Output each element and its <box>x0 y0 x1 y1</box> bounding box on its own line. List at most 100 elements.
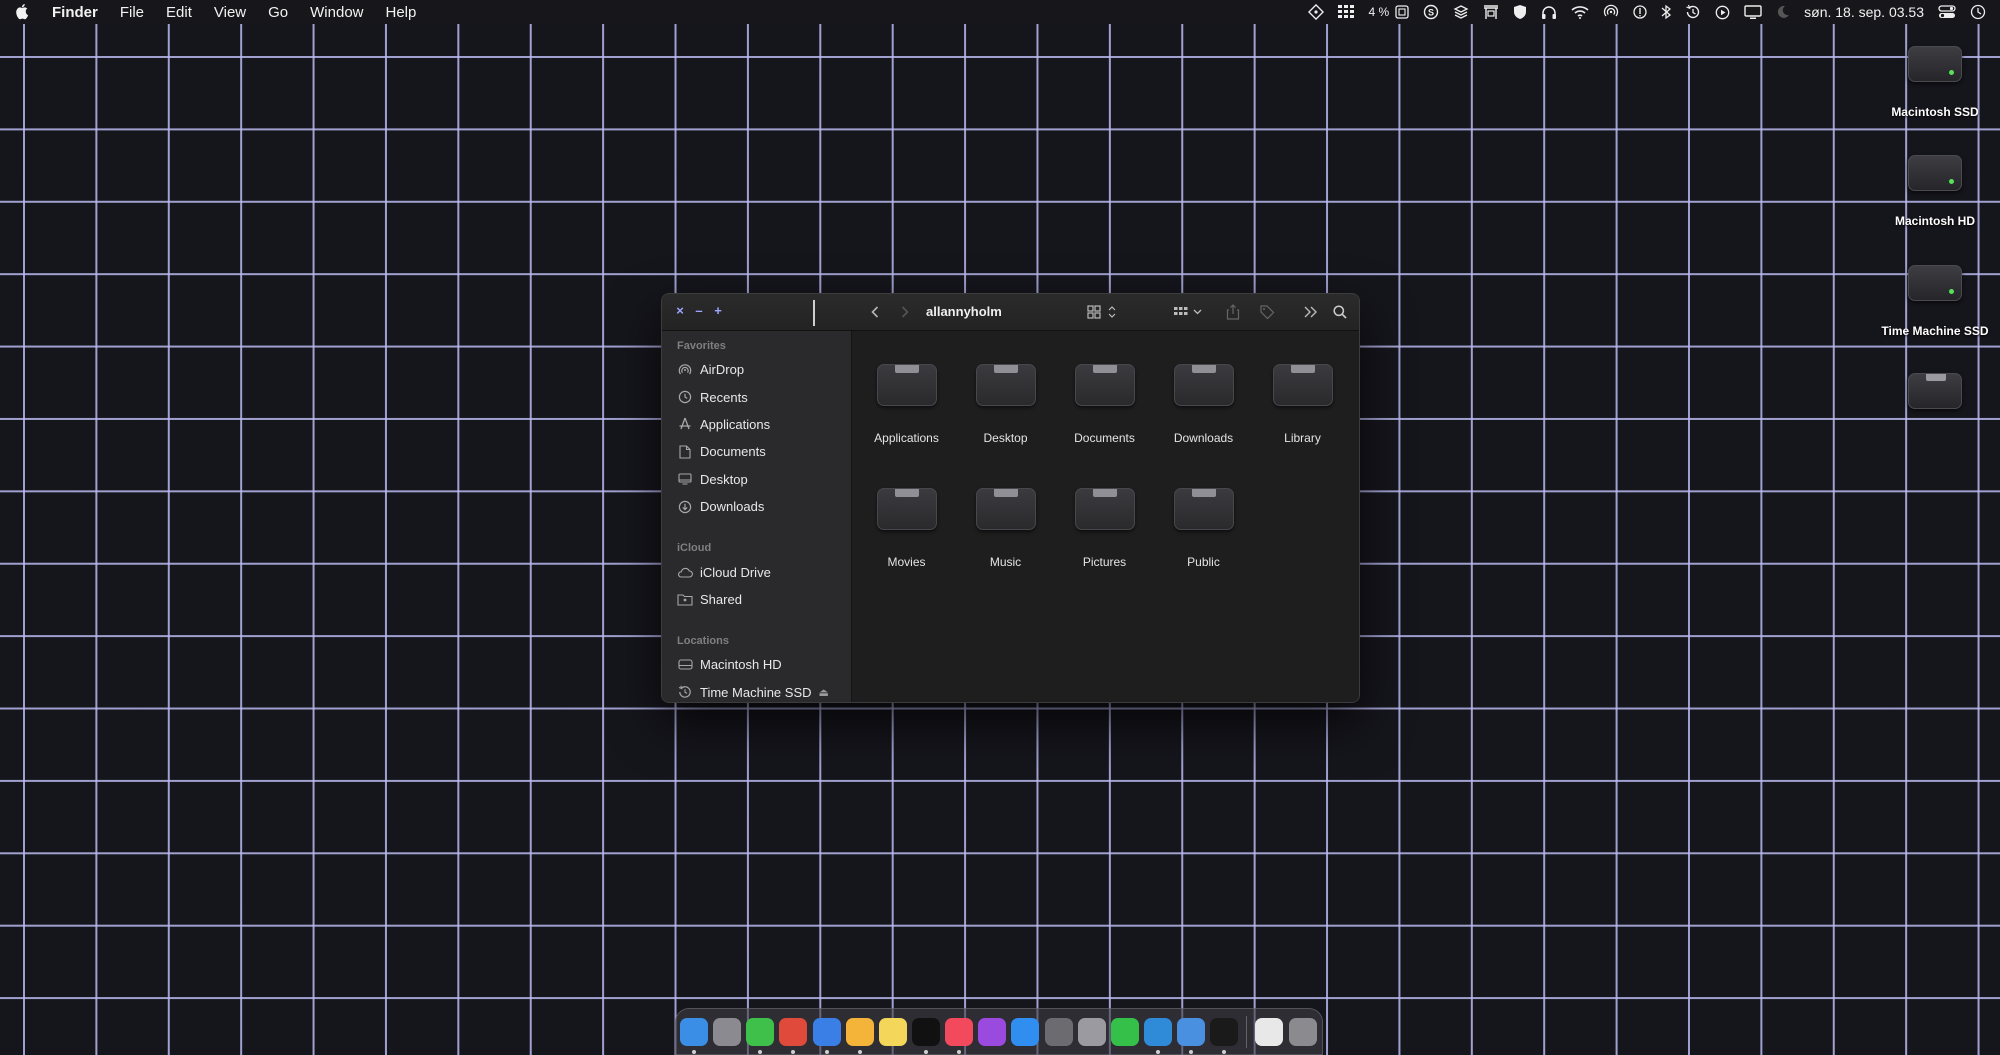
clock-icon <box>677 389 693 405</box>
info-icon[interactable] <box>1633 0 1647 24</box>
menu-bar-clock[interactable]: søn. 18. sep. 03.53 <box>1804 0 1924 24</box>
folder-desktop[interactable]: Desktop <box>956 364 1055 445</box>
folder-icon <box>975 488 1036 530</box>
window-title: allannyholm <box>926 304 1002 319</box>
folder-movies[interactable]: Movies <box>857 488 956 569</box>
display-icon[interactable] <box>1744 0 1762 24</box>
bluetooth-icon[interactable] <box>1661 0 1672 24</box>
notes-icon[interactable] <box>878 1017 907 1046</box>
toolbar-overflow-button[interactable] <box>1300 302 1322 322</box>
search-button[interactable] <box>1329 302 1351 322</box>
folder-label: Library <box>1284 431 1321 445</box>
view-mode-button[interactable] <box>1082 302 1124 322</box>
minimize-button[interactable]: – <box>693 304 705 317</box>
apple-tv-icon[interactable] <box>911 1017 940 1054</box>
terminal-icon[interactable] <box>1210 1017 1239 1054</box>
menu-window[interactable]: Window <box>310 4 363 21</box>
folder-downloads[interactable]: Downloads <box>1154 364 1253 445</box>
desktop-drive-macintosh-hd[interactable]: Macintosh HD <box>1855 155 2000 228</box>
sidebar-item-airdrop[interactable]: AirDrop <box>662 356 851 383</box>
sidebar-item-time-machine-ssd[interactable]: Time Machine SSD ⏏ <box>662 679 851 702</box>
desktop-drive-macintosh-ssd[interactable]: Macintosh SSD <box>1855 46 2000 119</box>
sidebar-item-icloud-drive[interactable]: iCloud Drive <box>662 558 851 585</box>
eject-icon[interactable]: ⏏ <box>819 686 829 699</box>
mail-icon[interactable] <box>812 1017 841 1054</box>
sidebar-item-downloads[interactable]: Downloads <box>662 493 851 520</box>
folder-pictures[interactable]: Pictures <box>1055 488 1154 569</box>
sidebar-item-shared[interactable]: Shared <box>662 586 851 613</box>
sketch-icon[interactable] <box>845 1017 874 1054</box>
app-store-icon[interactable] <box>1011 1017 1040 1046</box>
group-by-button[interactable] <box>1169 302 1209 322</box>
desktop-drive-time-machine-ssd[interactable]: Time Machine SSD <box>1855 265 2000 338</box>
dashboard-icon[interactable] <box>1308 0 1325 24</box>
messages-icon[interactable] <box>746 1017 775 1054</box>
folder-music[interactable]: Music <box>956 488 1055 569</box>
control-center-icon[interactable] <box>1938 0 1956 24</box>
play-icon[interactable] <box>1715 0 1730 24</box>
sidebar-item-label: Recents <box>700 389 748 405</box>
sidebar-divider-handle[interactable] <box>813 300 815 326</box>
tag-button[interactable] <box>1255 302 1279 322</box>
podcasts-icon[interactable] <box>978 1017 1007 1046</box>
folder-documents[interactable]: Documents <box>1055 364 1154 445</box>
airdrop-icon[interactable] <box>1603 0 1619 24</box>
launchpad-icon[interactable] <box>713 1017 742 1046</box>
close-button[interactable]: × <box>674 304 686 317</box>
layers-icon[interactable] <box>1453 0 1469 24</box>
sidebar-item-label: Documents <box>700 444 766 460</box>
menu-file[interactable]: File <box>120 4 144 21</box>
forward-button[interactable] <box>897 303 913 321</box>
trash-icon[interactable] <box>1288 1017 1317 1046</box>
skype-icon[interactable]: S <box>1423 0 1439 24</box>
folder-label: Movies <box>887 555 926 569</box>
clock-icon[interactable] <box>1970 0 1986 24</box>
preview-icon[interactable] <box>1255 1017 1284 1046</box>
running-indicator <box>1222 1049 1227 1054</box>
skype-icon[interactable] <box>1143 1017 1172 1054</box>
folder-library[interactable]: Library <box>1253 364 1352 445</box>
window-titlebar[interactable]: × – + allannyholm <box>662 294 1359 331</box>
running-indicator <box>824 1049 829 1054</box>
moon-icon[interactable] <box>1776 0 1790 24</box>
running-indicator <box>957 1049 962 1054</box>
sidebar-item-label: Time Machine SSD <box>700 684 812 700</box>
music-icon[interactable] <box>945 1017 974 1054</box>
menu-finder[interactable]: Finder <box>52 4 98 21</box>
sidebar-item-label: AirDrop <box>700 362 745 378</box>
finder-icon[interactable] <box>680 1017 708 1054</box>
menu-go[interactable]: Go <box>268 4 288 21</box>
folder-icon <box>1074 488 1135 530</box>
menu-help[interactable]: Help <box>386 4 417 21</box>
sidebar-item-documents[interactable]: Documents <box>662 438 851 465</box>
sidebar-item-recents[interactable]: Recents <box>662 383 851 410</box>
grid-icon[interactable] <box>1338 0 1355 24</box>
folder-label: Documents <box>1074 431 1135 445</box>
shield-icon[interactable] <box>1513 0 1527 24</box>
time-machine-icon[interactable] <box>1685 0 1701 24</box>
tower-icon[interactable] <box>1110 1017 1139 1046</box>
wifi-icon[interactable] <box>1571 0 1589 24</box>
folder-applications[interactable]: Applications <box>857 364 956 445</box>
screen-sharing-icon[interactable] <box>1177 1017 1206 1054</box>
back-button[interactable] <box>867 303 883 321</box>
cpu-icon[interactable] <box>1395 0 1409 24</box>
folder-label: Desktop <box>983 431 1028 445</box>
headphones-icon[interactable] <box>1541 0 1557 24</box>
parking-icon[interactable] <box>1483 0 1499 24</box>
folder-public[interactable]: Public <box>1154 488 1253 569</box>
menu-edit[interactable]: Edit <box>166 4 192 21</box>
system-preferences-icon[interactable] <box>1044 1017 1073 1046</box>
sidebar-item-desktop[interactable]: Desktop <box>662 466 851 493</box>
desktop-drive-user[interactable] <box>1855 373 2000 409</box>
chrome-icon[interactable] <box>779 1017 808 1054</box>
share-button[interactable] <box>1222 302 1244 322</box>
apple-icon[interactable] <box>16 4 34 20</box>
menu-view[interactable]: View <box>214 4 246 21</box>
running-indicator <box>1155 1049 1160 1054</box>
sidebar-item-macintosh-hd[interactable]: Macintosh HD <box>662 651 851 678</box>
automator-icon[interactable] <box>1077 1017 1106 1046</box>
sidebar-item-applications[interactable]: Applications <box>662 411 851 438</box>
zoom-button[interactable]: + <box>712 304 724 317</box>
disk-icon <box>677 657 693 673</box>
